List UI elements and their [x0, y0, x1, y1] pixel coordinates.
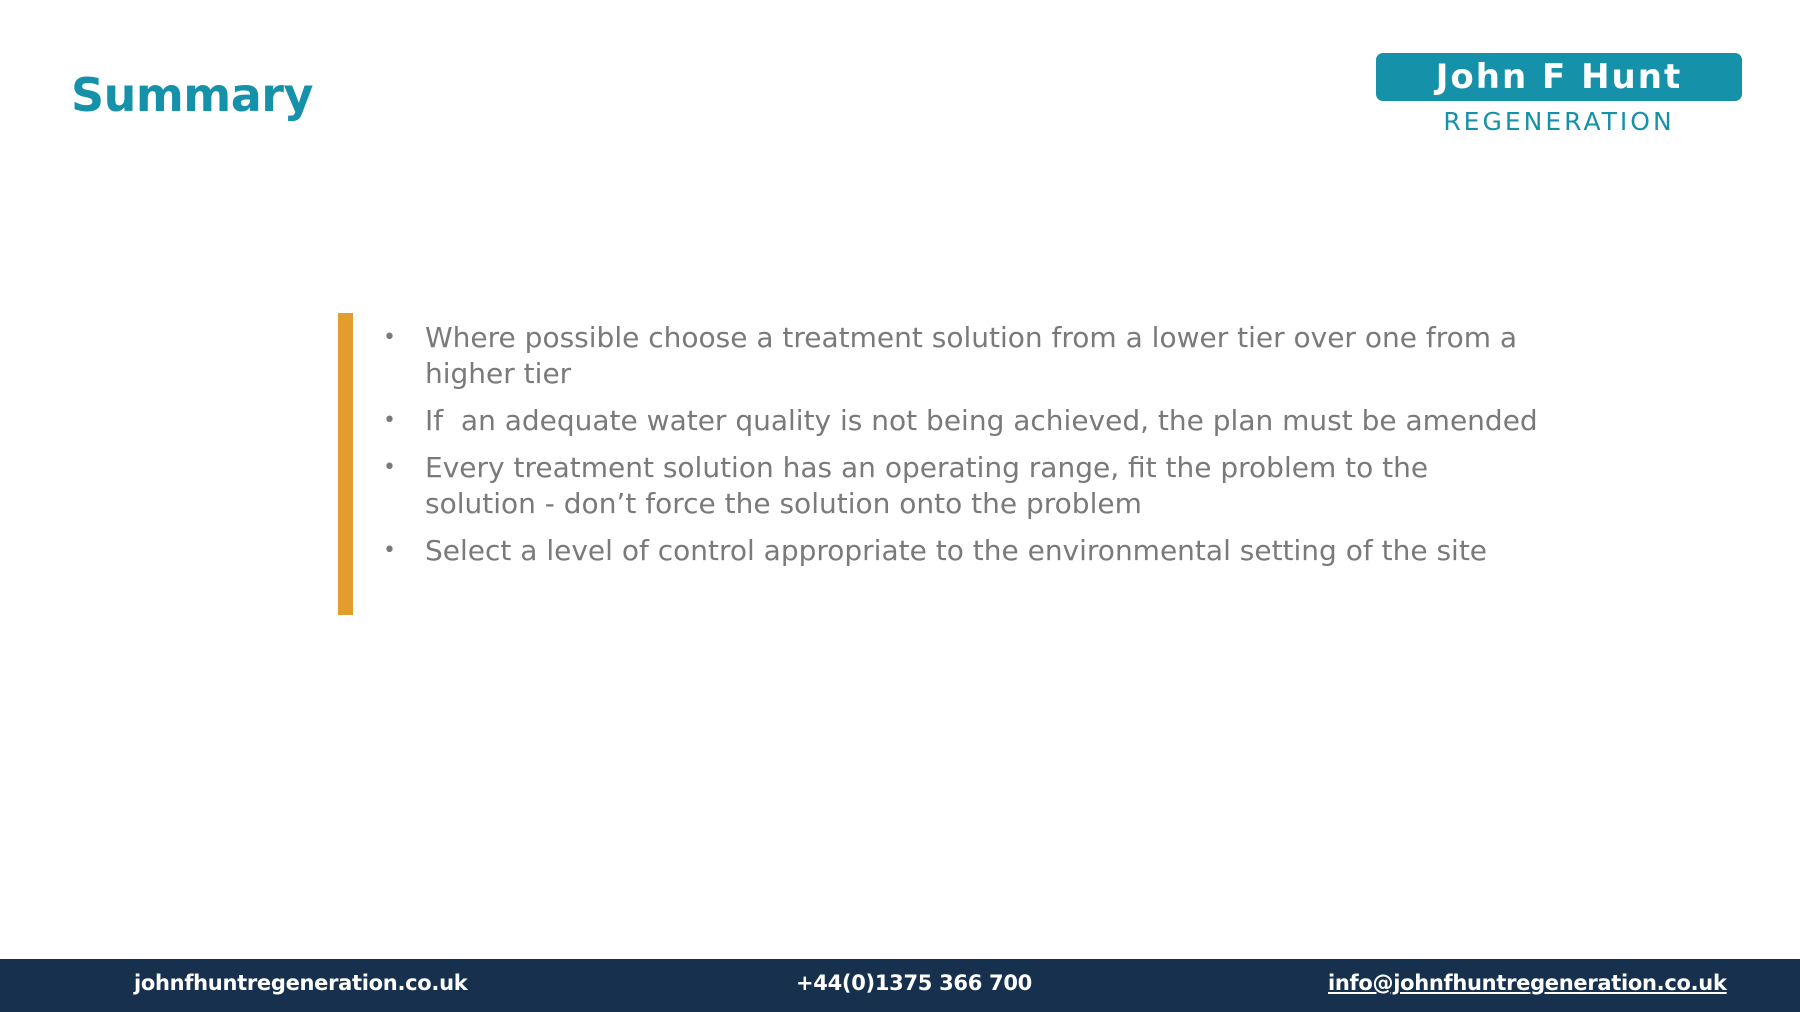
slide-title: Summary [71, 68, 313, 122]
bullet-text: If an adequate water quality is not bein… [425, 404, 1538, 437]
bullet-icon: • [383, 408, 396, 433]
bullet-item: • Select a level of control appropriate … [383, 533, 1543, 569]
footer-email-link[interactable]: info@johnfhuntregeneration.co.uk [1328, 971, 1727, 995]
bullet-item: • If an adequate water quality is not be… [383, 403, 1543, 439]
accent-bar [338, 313, 353, 615]
logo-name: John F Hunt [1435, 57, 1683, 97]
bullet-icon: • [383, 455, 396, 480]
footer-phone: +44(0)1375 366 700 [796, 971, 1032, 995]
footer-website-link[interactable]: johnfhuntregeneration.co.uk [134, 971, 468, 995]
bullet-list: • Where possible choose a treatment solu… [383, 320, 1543, 580]
bullet-item: • Every treatment solution has an operat… [383, 450, 1543, 522]
footer-bar: johnfhuntregeneration.co.uk +44(0)1375 3… [0, 959, 1800, 1012]
bullet-item: • Where possible choose a treatment solu… [383, 320, 1543, 392]
bullet-text: Where possible choose a treatment soluti… [425, 321, 1518, 390]
logo-banner: John F Hunt [1376, 53, 1742, 101]
logo-subtitle: REGENERATION [1443, 107, 1675, 136]
bullet-text: Select a level of control appropriate to… [425, 534, 1488, 567]
bullet-icon: • [383, 538, 396, 563]
bullet-text: Every treatment solution has an operatin… [425, 451, 1429, 520]
company-logo: John F Hunt REGENERATION [1376, 53, 1742, 136]
bullet-icon: • [383, 325, 396, 350]
